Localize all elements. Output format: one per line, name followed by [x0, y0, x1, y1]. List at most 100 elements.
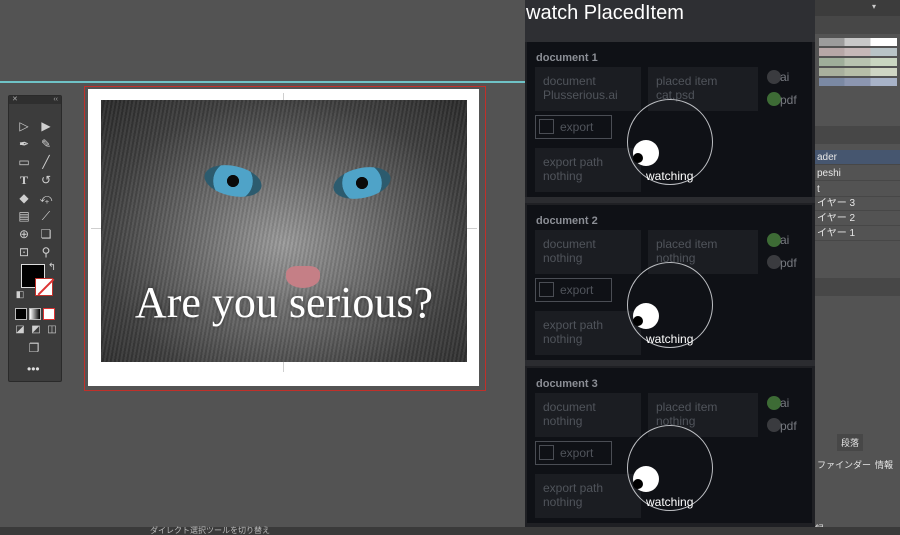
export-path-field[interactable]: export path nothing	[535, 148, 641, 192]
document-value: nothing	[543, 414, 583, 428]
export-path-value: nothing	[543, 495, 583, 509]
export-label: export	[560, 283, 594, 297]
screen-mode-icon[interactable]: ❐	[25, 340, 43, 356]
close-icon[interactable]: ✕	[12, 96, 18, 104]
placed-item-label: placed item	[656, 400, 718, 414]
eyedropper-tool-icon[interactable]: ⟋	[37, 208, 55, 224]
properties-panel-header[interactable]	[815, 278, 900, 296]
checkbox-box[interactable]	[539, 445, 554, 460]
ai-radio[interactable]	[767, 70, 781, 84]
zoom-tool-icon[interactable]: ⚲	[37, 244, 55, 260]
symbol-sprayer-tool-icon[interactable]: ❏	[37, 226, 55, 242]
selection-tool-icon[interactable]: ▷	[15, 118, 33, 134]
type-tool-icon[interactable]: T	[15, 172, 33, 188]
card-separator	[525, 360, 815, 366]
pdf-label: pdf	[780, 256, 797, 270]
default-colors-icon[interactable]: ◧	[11, 286, 29, 302]
curvature-tool-icon[interactable]: ✎	[37, 136, 55, 152]
export-label: export	[560, 446, 594, 460]
layer-row[interactable]: イヤー 2	[815, 211, 900, 226]
export-path-value: nothing	[543, 169, 583, 183]
document-heading: document 1	[536, 52, 598, 64]
pen-tool-icon[interactable]: ✒	[15, 136, 33, 152]
watch-indicator-icon	[633, 140, 659, 166]
document-card-3: document 3 document nothing placed item …	[527, 368, 812, 523]
shape-builder-tool-icon[interactable]: ⊕	[15, 226, 33, 242]
swap-colors-icon[interactable]: ↰	[43, 260, 61, 276]
export-path-field[interactable]: export path nothing	[535, 311, 641, 355]
tab-info[interactable]: 情報	[875, 458, 893, 471]
ai-label: ai	[780, 233, 790, 247]
layers-panel-header[interactable]	[815, 126, 900, 144]
ai-label: ai	[780, 70, 790, 84]
watch-indicator-icon	[633, 303, 659, 329]
checkbox-box[interactable]	[539, 119, 554, 134]
collapse-icon[interactable]: ‹‹	[53, 96, 58, 104]
tools-panel: ✕ ‹‹ ▷ ▶ ✒ ✎ ▭ ╱ T ↺ ◆ ⤽ ▤ ⟋ ⊕ ❏ ⊡ ⚲ ↰ ◧ …	[8, 95, 62, 382]
document-value: Plusserious.ai	[543, 88, 618, 102]
swatch-row[interactable]	[819, 78, 897, 86]
dropdown-icon[interactable]: ▾	[872, 2, 876, 11]
swatches-panel-header[interactable]	[815, 16, 900, 34]
swatch-row[interactable]	[819, 68, 897, 76]
watch-indicator-icon	[633, 466, 659, 492]
rectangle-tool-icon[interactable]: ▭	[15, 154, 33, 170]
pdf-label: pdf	[780, 419, 797, 433]
artboard-tool-icon[interactable]: ⊡	[15, 244, 33, 260]
export-checkbox[interactable]: export	[535, 278, 612, 302]
document-field[interactable]: document nothing	[535, 230, 641, 274]
tools-panel-header[interactable]: ✕ ‹‹	[9, 96, 61, 104]
plugin-panel: watch PlacedItem document 1 document Plu…	[525, 0, 815, 527]
artwork-caption[interactable]: Are you serious?	[101, 278, 467, 328]
crop-mark	[467, 228, 477, 229]
checkbox-box[interactable]	[539, 282, 554, 297]
color-mode-icon[interactable]	[15, 308, 27, 320]
export-checkbox[interactable]: export	[535, 115, 612, 139]
plugin-title: watch PlacedItem	[525, 0, 815, 42]
document-label: document	[543, 400, 596, 414]
more-tools-icon[interactable]: •••	[27, 362, 40, 376]
tab-paragraph[interactable]: 段落	[837, 434, 864, 451]
application-bar	[0, 0, 525, 82]
ai-radio[interactable]	[767, 233, 781, 247]
swatch-row[interactable]	[819, 38, 897, 46]
watch-status: watching	[646, 495, 694, 509]
placed-cat-image[interactable]: Are you serious?	[101, 100, 467, 362]
width-tool-icon[interactable]: ⤽	[37, 190, 55, 206]
layer-row[interactable]: t	[815, 182, 900, 197]
document-field[interactable]: document nothing	[535, 393, 641, 437]
paintbrush-tool-icon[interactable]: ╱	[37, 154, 55, 170]
gradient-mode-icon[interactable]	[29, 308, 41, 320]
tab-pathfinder[interactable]: ファインダー	[817, 458, 871, 471]
export-path-label: export path	[543, 155, 604, 169]
layer-row[interactable]: イヤー 1	[815, 226, 900, 241]
eraser-tool-icon[interactable]: ◆	[15, 190, 33, 206]
swatch-row[interactable]	[819, 58, 897, 66]
pdf-radio[interactable]	[767, 255, 781, 269]
document-field[interactable]: document Plusserious.ai	[535, 67, 641, 111]
export-path-value: nothing	[543, 332, 583, 346]
document-card-2: document 2 document nothing placed item …	[527, 205, 812, 360]
export-path-field[interactable]: export path nothing	[535, 474, 641, 518]
document-heading: document 3	[536, 378, 598, 390]
direct-selection-tool-icon[interactable]: ▶	[37, 118, 55, 134]
swatch-row[interactable]	[819, 48, 897, 56]
pdf-radio[interactable]	[767, 92, 781, 106]
layer-row[interactable]: イヤー 3	[815, 196, 900, 211]
watch-status: watching	[646, 332, 694, 346]
rotate-tool-icon[interactable]: ↺	[37, 172, 55, 188]
pdf-radio[interactable]	[767, 418, 781, 432]
export-label: export	[560, 120, 594, 134]
stroke-color-swatch[interactable]	[35, 278, 53, 296]
pdf-label: pdf	[780, 93, 797, 107]
ai-radio[interactable]	[767, 396, 781, 410]
none-mode-icon[interactable]	[43, 308, 55, 320]
document-heading: document 2	[536, 215, 598, 227]
layer-row[interactable]: ader	[815, 150, 900, 165]
gradient-tool-icon[interactable]: ▤	[15, 208, 33, 224]
draw-inside-icon[interactable]: ◫	[43, 322, 61, 338]
layer-row[interactable]: peshi	[815, 166, 900, 181]
document-value: nothing	[543, 251, 583, 265]
card-separator	[525, 197, 815, 203]
export-checkbox[interactable]: export	[535, 441, 612, 465]
